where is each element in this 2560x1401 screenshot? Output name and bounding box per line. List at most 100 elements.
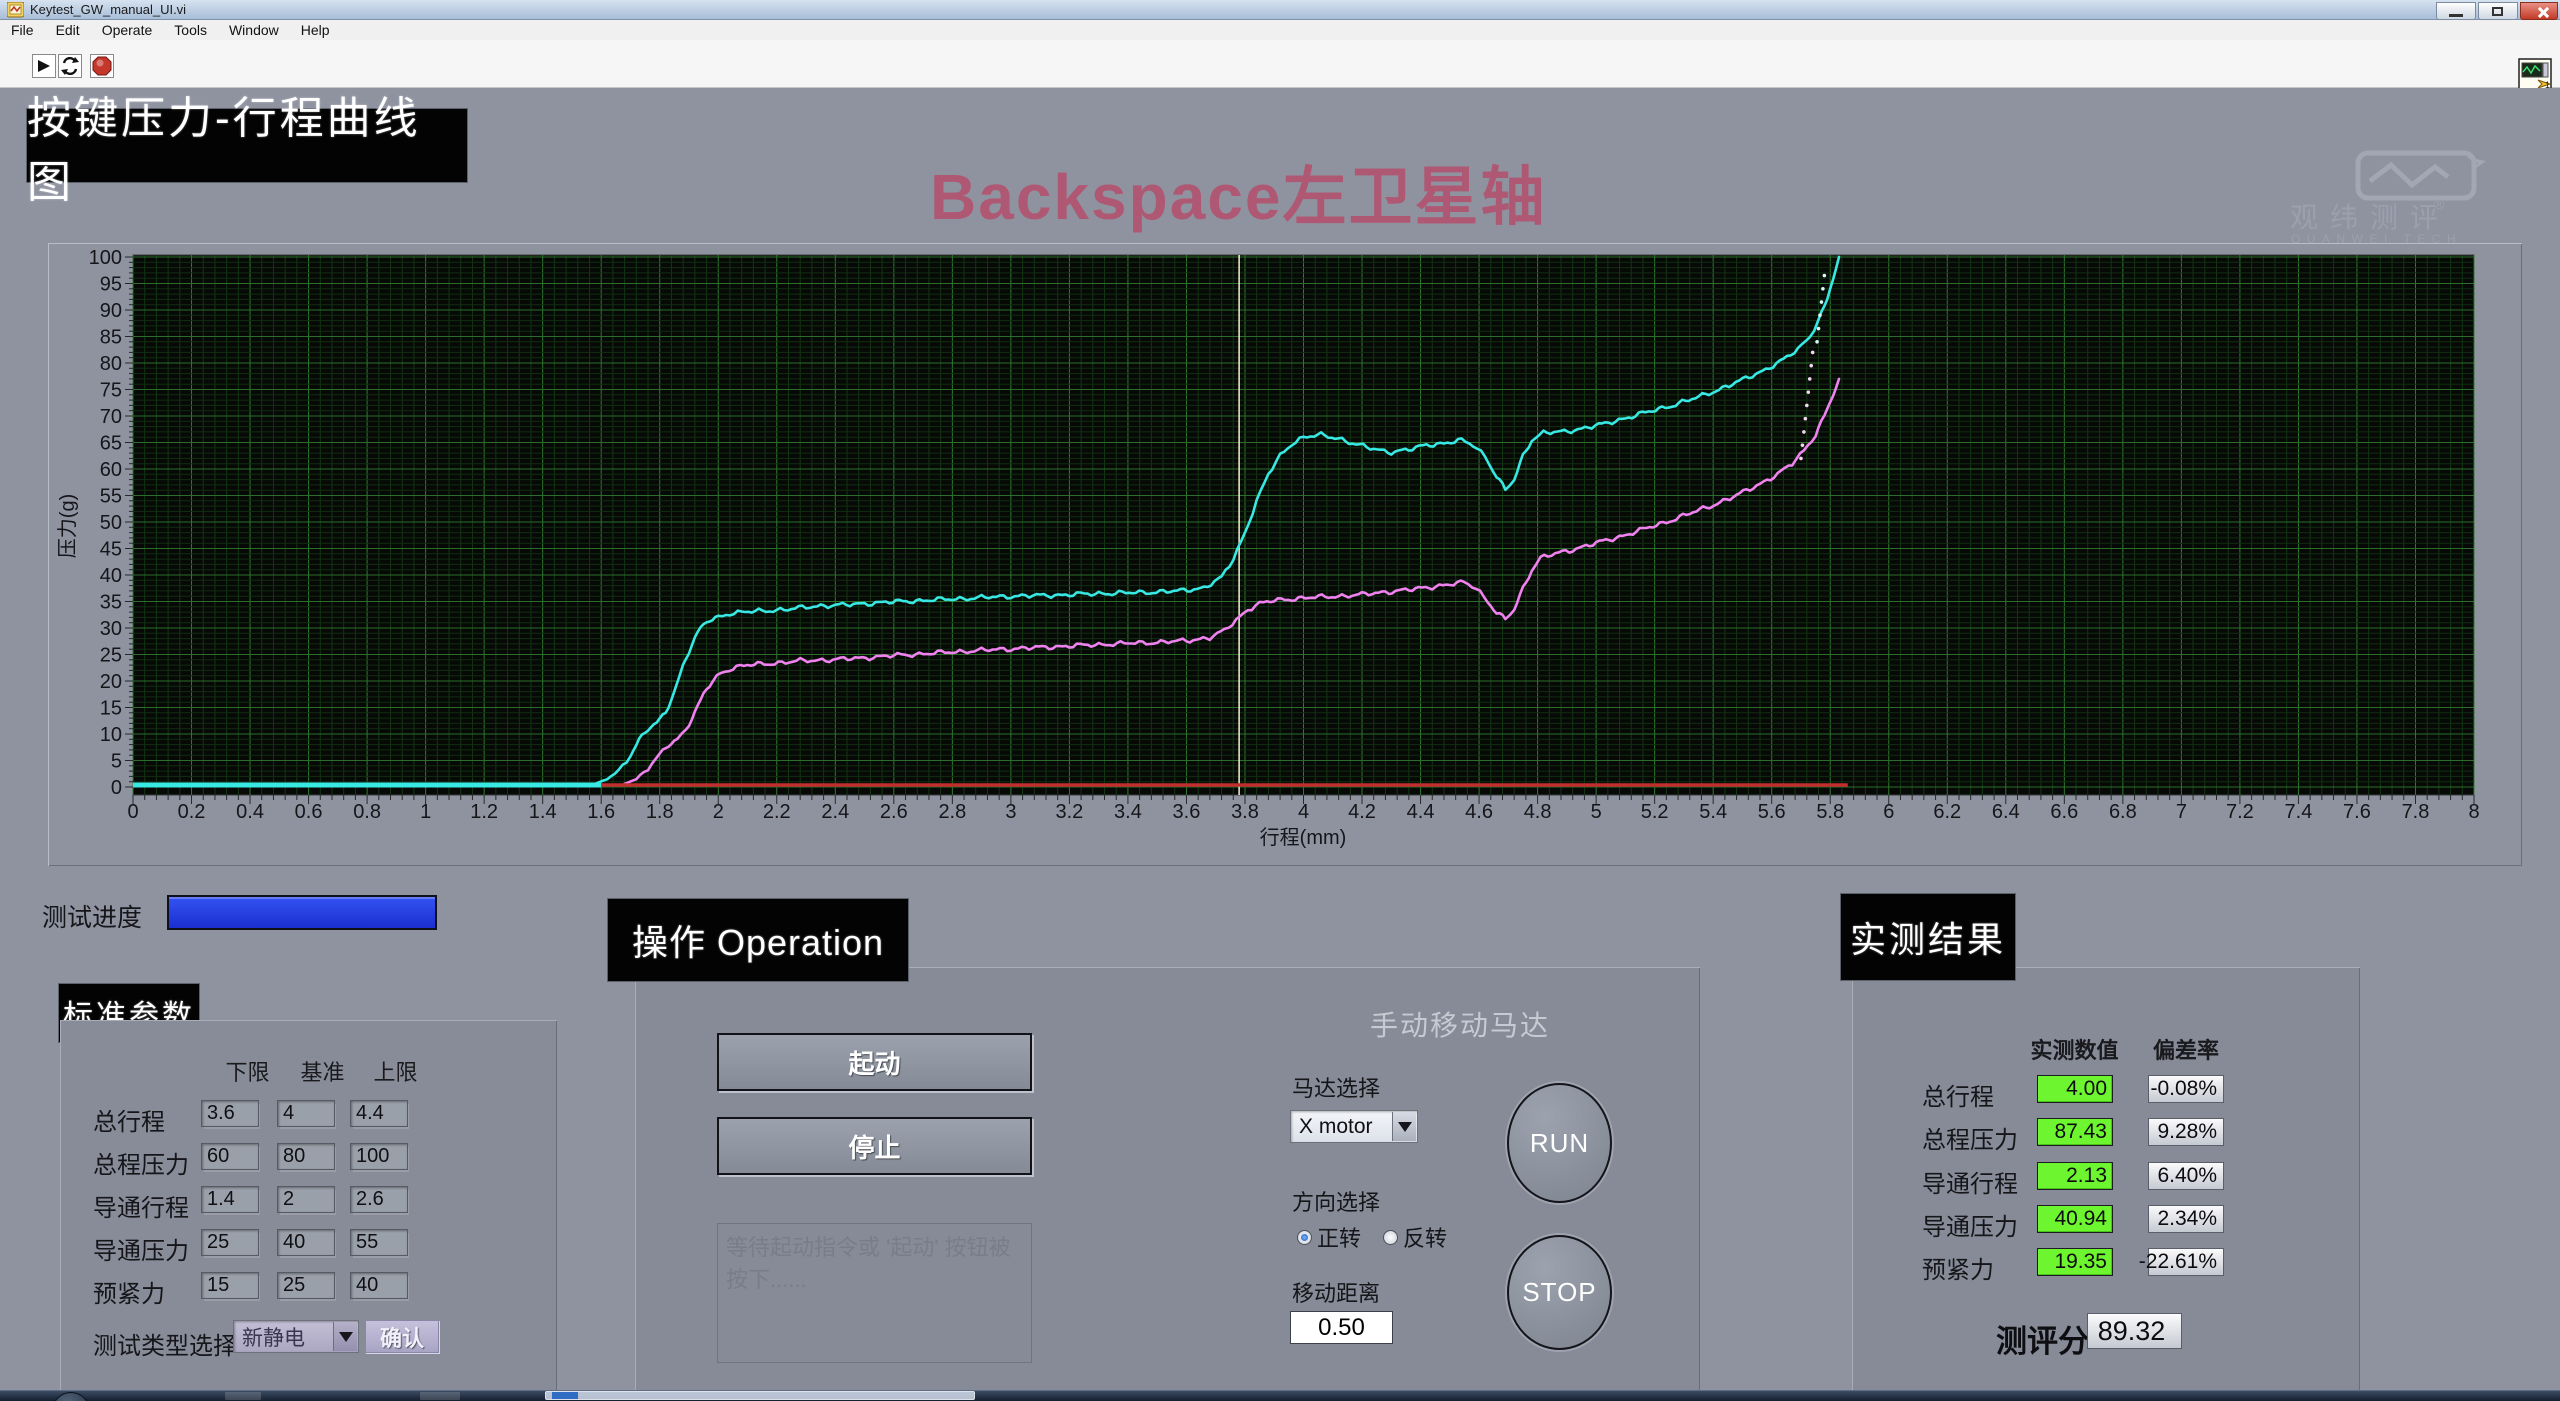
svg-text:0.6: 0.6 (295, 801, 323, 823)
motor-select-dropdown[interactable]: X motor (1290, 1110, 1418, 1143)
results-title-box: 实测结果 (1840, 893, 2016, 981)
svg-text:3: 3 (1005, 801, 1016, 823)
minimize-button[interactable] (2436, 2, 2476, 20)
move-distance-input[interactable] (1290, 1311, 1393, 1344)
svg-text:40: 40 (100, 565, 122, 587)
svg-text:4: 4 (1298, 801, 1309, 823)
deviation-box: 9.28% (2148, 1118, 2224, 1146)
std-param-input[interactable] (277, 1100, 335, 1127)
std-param-input[interactable] (201, 1229, 259, 1256)
taskbar-app-icon (552, 1392, 578, 1399)
taskbar-app-button[interactable] (545, 1391, 975, 1400)
confirm-button[interactable]: 确认 (365, 1320, 439, 1353)
menu-window[interactable]: Window (218, 20, 290, 40)
test-type-dropdown[interactable]: 新静电 (233, 1320, 359, 1353)
std-param-input[interactable] (201, 1143, 259, 1170)
svg-text:55: 55 (100, 486, 122, 508)
xy-graph: 0510152025303540455055606570758085909510… (48, 243, 2522, 866)
svg-text:0.4: 0.4 (236, 801, 264, 823)
dropdown-arrow-icon[interactable] (1392, 1112, 1416, 1141)
std-param-input[interactable] (201, 1272, 259, 1299)
svg-text:6.8: 6.8 (2109, 801, 2137, 823)
svg-text:5.6: 5.6 (1758, 801, 1786, 823)
test-progress-bar (167, 895, 437, 930)
svg-text:4.6: 4.6 (1465, 801, 1493, 823)
quicklaunch-icon[interactable] (420, 1392, 460, 1400)
std-param-input[interactable] (350, 1229, 408, 1256)
svg-text:7.2: 7.2 (2226, 801, 2254, 823)
close-button[interactable] (2520, 2, 2558, 20)
svg-text:3.4: 3.4 (1114, 801, 1142, 823)
svg-text:7.8: 7.8 (2402, 801, 2430, 823)
quicklaunch-icon[interactable] (225, 1392, 261, 1400)
deviation-box: -0.08% (2148, 1075, 2224, 1103)
menu-operate[interactable]: Operate (91, 20, 164, 40)
std-param-input[interactable] (201, 1100, 259, 1127)
std-param-input[interactable] (277, 1229, 335, 1256)
svg-text:6.2: 6.2 (1933, 801, 1961, 823)
test-type-value: 新静电 (242, 1322, 305, 1352)
result-label: 总行程 (1922, 1077, 1994, 1112)
std-param-input[interactable] (277, 1143, 335, 1170)
std-param-label: 总行程 (93, 1102, 165, 1137)
svg-text:45: 45 (100, 539, 122, 561)
deviation-box: 6.40% (2148, 1162, 2224, 1190)
direction-radio-reverse[interactable]: 反转 (1383, 1221, 1447, 1253)
std-param-input[interactable] (350, 1100, 408, 1127)
direction-radio-forward[interactable]: 正转 (1297, 1221, 1361, 1253)
std-param-input[interactable] (201, 1186, 259, 1213)
col-header-upper: 上限 (358, 1055, 433, 1087)
svg-text:3.2: 3.2 (1055, 801, 1083, 823)
start-button[interactable]: 起动 (717, 1033, 1032, 1091)
svg-text:60: 60 (100, 459, 122, 481)
result-label: 总程压力 (1922, 1120, 2018, 1155)
result-label: 导通压力 (1922, 1207, 2018, 1242)
result-label: 预紧力 (1922, 1250, 1994, 1285)
deviation-header: 偏差率 (2140, 1033, 2232, 1065)
svg-text:70: 70 (100, 406, 122, 428)
svg-text:0: 0 (127, 801, 138, 823)
menu-help[interactable]: Help (290, 20, 341, 40)
svg-text:0.2: 0.2 (178, 801, 206, 823)
motor-stop-button[interactable]: STOP (1507, 1235, 1612, 1350)
svg-text:6.4: 6.4 (1992, 801, 2020, 823)
svg-text:95: 95 (100, 274, 122, 296)
window-title: Keytest_GW_manual_UI.vi (30, 2, 186, 17)
svg-text:压力(g): 压力(g) (56, 494, 79, 558)
menu-tools[interactable]: Tools (163, 20, 218, 40)
svg-text:4.8: 4.8 (1524, 801, 1552, 823)
deviation-box: 2.34% (2148, 1205, 2224, 1233)
menu-edit[interactable]: Edit (45, 20, 91, 40)
motor-run-button[interactable]: RUN (1507, 1083, 1612, 1203)
std-param-input[interactable] (277, 1186, 335, 1213)
svg-text:5.2: 5.2 (1641, 801, 1669, 823)
svg-text:6.6: 6.6 (2050, 801, 2078, 823)
move-distance-label: 移动距离 (1292, 1276, 1380, 1308)
svg-text:35: 35 (100, 592, 122, 614)
svg-text:3.8: 3.8 (1231, 801, 1259, 823)
svg-text:1.8: 1.8 (646, 801, 674, 823)
svg-text:65: 65 (100, 433, 122, 455)
run-continuous-button[interactable] (58, 54, 82, 78)
svg-text:85: 85 (100, 327, 122, 349)
maximize-button[interactable] (2478, 2, 2518, 20)
svg-text:7.6: 7.6 (2343, 801, 2371, 823)
run-button[interactable] (32, 54, 56, 78)
stop-button[interactable]: 停止 (717, 1117, 1032, 1175)
std-param-input[interactable] (350, 1186, 408, 1213)
windows-taskbar[interactable] (0, 1390, 2560, 1401)
svg-text:0.8: 0.8 (353, 801, 381, 823)
col-header-lower: 下限 (210, 1055, 285, 1087)
menu-file[interactable]: File (0, 20, 45, 40)
measured-value-box: 40.94 (2037, 1205, 2113, 1233)
std-param-input[interactable] (350, 1272, 408, 1299)
deviation-box: -22.61% (2148, 1248, 2224, 1276)
std-param-label: 导通压力 (93, 1231, 189, 1266)
std-param-input[interactable] (277, 1272, 335, 1299)
watermark-text: Backspace左卫星轴 (930, 152, 1670, 242)
dropdown-arrow-icon[interactable] (333, 1322, 357, 1351)
score-label: 测评分 (1996, 1316, 2089, 1361)
abort-button[interactable] (90, 54, 114, 78)
svg-text:行程(mm): 行程(mm) (1260, 826, 1347, 849)
std-param-input[interactable] (350, 1143, 408, 1170)
